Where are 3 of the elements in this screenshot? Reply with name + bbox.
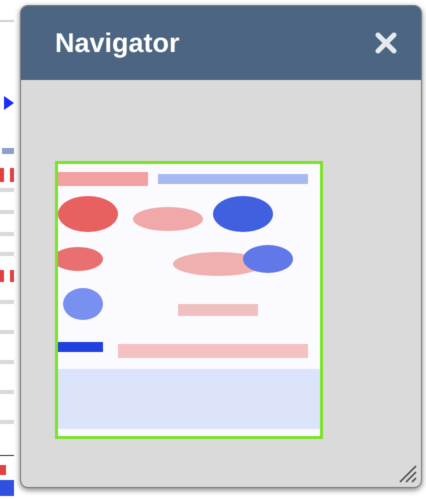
resize-grip-icon[interactable]	[397, 463, 417, 483]
panel-title: Navigator	[55, 28, 180, 58]
close-icon[interactable]	[375, 32, 397, 54]
